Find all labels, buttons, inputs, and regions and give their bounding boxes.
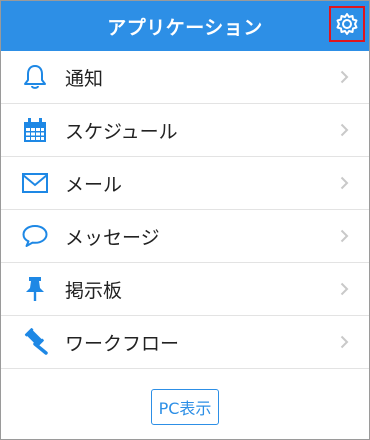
menu-item-messages[interactable]: メッセージ xyxy=(1,210,369,263)
menu-item-label: メッセージ xyxy=(65,226,160,249)
gavel-icon xyxy=(20,327,50,357)
application-list: 通知 スケジュール メール メッセージ 掲示板 ワークフロー xyxy=(1,51,369,369)
header-bar: アプリケーション xyxy=(1,1,369,51)
menu-item-mail[interactable]: メール xyxy=(1,157,369,210)
menu-item-notifications[interactable]: 通知 xyxy=(1,51,369,104)
menu-item-label: ワークフロー xyxy=(65,332,180,355)
pushpin-icon xyxy=(20,274,50,304)
menu-item-label: 掲示板 xyxy=(65,279,123,302)
envelope-icon xyxy=(20,168,50,198)
menu-item-workflow[interactable]: ワークフロー xyxy=(1,316,369,369)
speech-bubble-icon xyxy=(20,221,50,251)
menu-item-label: メール xyxy=(65,173,123,196)
chevron-right-icon xyxy=(340,335,349,349)
chevron-right-icon xyxy=(340,123,349,137)
chevron-right-icon xyxy=(340,70,349,84)
chevron-right-icon xyxy=(340,229,349,243)
page-title: アプリケーション xyxy=(107,16,263,39)
menu-item-label: 通知 xyxy=(65,67,104,90)
chevron-right-icon xyxy=(340,176,349,190)
menu-item-bulletin-board[interactable]: 掲示板 xyxy=(1,263,369,316)
menu-item-label: スケジュール xyxy=(65,120,178,143)
bell-icon xyxy=(20,62,50,92)
gear-icon xyxy=(336,13,358,35)
footer: PC表示 xyxy=(1,389,369,425)
chevron-right-icon xyxy=(340,282,349,296)
menu-item-schedule[interactable]: スケジュール xyxy=(1,104,369,157)
pc-view-button[interactable]: PC表示 xyxy=(150,389,220,425)
settings-button[interactable] xyxy=(329,6,365,42)
calendar-icon xyxy=(20,115,50,145)
app-window: アプリケーション 通知 スケジュール メール メッセージ 掲示板 ワークフロー … xyxy=(0,0,370,440)
